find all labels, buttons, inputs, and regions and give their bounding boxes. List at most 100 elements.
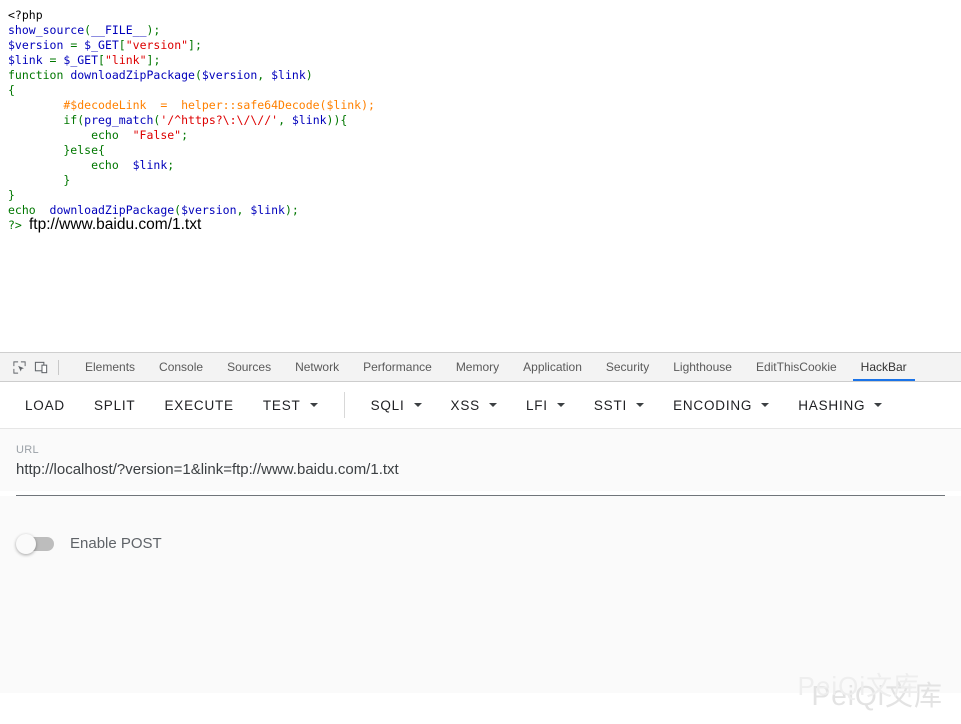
code-line: echo "False"; [8, 128, 961, 143]
test-button[interactable]: TEST [254, 392, 327, 419]
code-token-keyword: ]; [147, 53, 161, 67]
code-token-keyword: = [70, 38, 84, 52]
code-token-keyword: ); [285, 203, 299, 217]
tab-hackbar[interactable]: HackBar [849, 353, 919, 381]
button-label: LFI [526, 398, 548, 413]
code-token-default: show_source [8, 23, 84, 37]
code-token-keyword: ; [181, 128, 188, 142]
tab-lighthouse[interactable]: Lighthouse [661, 353, 744, 381]
code-token-default: $link [8, 53, 50, 67]
tab-memory[interactable]: Memory [444, 353, 511, 381]
button-label: HASHING [798, 398, 865, 413]
code-token-default: __FILE__ [91, 23, 146, 37]
tab-label: Lighthouse [673, 360, 732, 374]
inspect-element-icon[interactable] [8, 356, 30, 378]
code-token-keyword: }else{ [8, 143, 105, 157]
code-line: <?php [8, 8, 961, 23]
code-line: show_source(__FILE__); [8, 23, 961, 38]
enable-post-label: Enable POST [70, 532, 162, 556]
tab-console[interactable]: Console [147, 353, 215, 381]
button-label: SPLIT [94, 398, 136, 413]
url-input[interactable]: http://localhost/?version=1&link=ftp://w… [16, 459, 945, 481]
code-token-keyword: echo [8, 158, 133, 172]
code-line: { [8, 83, 961, 98]
code-token-keyword: ) [306, 68, 313, 82]
hackbar-toolbar: LOAD SPLIT EXECUTE TEST SQLI XSS LFI SSTI ENCODI… [0, 382, 961, 429]
code-line: echo $link; [8, 158, 961, 173]
code-token-keyword: ?> [8, 218, 22, 232]
tab-security[interactable]: Security [594, 353, 661, 381]
tab-label: Security [606, 360, 649, 374]
hackbar-url-section[interactable]: URL http://localhost/?version=1&link=ftp… [0, 429, 961, 491]
button-label: SQLI [371, 398, 405, 413]
tab-sources[interactable]: Sources [215, 353, 283, 381]
split-button[interactable]: SPLIT [85, 392, 145, 419]
tab-editthiscookie[interactable]: EditThisCookie [744, 353, 849, 381]
device-toolbar-icon[interactable] [30, 356, 52, 378]
code-line: } [8, 173, 961, 188]
code-line: }else{ [8, 143, 961, 158]
tab-label: Sources [227, 360, 271, 374]
code-token-keyword: function [8, 68, 70, 82]
code-token-default: $version [202, 68, 257, 82]
devtools-panel: ElementsConsole Sources Network Performance… [0, 352, 961, 724]
code-token-default: $link [133, 158, 168, 172]
chevron-down-icon [636, 403, 644, 407]
code-token-keyword: } [8, 173, 70, 187]
code-token-keyword: , [237, 203, 251, 217]
xss-button[interactable]: XSS [442, 392, 506, 419]
code-token-default: $link [271, 68, 306, 82]
page-output-text: ftp://www.baidu.com/1.txt [29, 216, 201, 234]
code-token-keyword: if( [8, 113, 84, 127]
devtools-tab-list: ElementsConsole Sources Network Performance… [73, 353, 919, 381]
load-button[interactable]: LOAD [16, 392, 74, 419]
tab-label: EditThisCookie [756, 360, 837, 374]
code-token-keyword: ]; [188, 38, 202, 52]
enable-post-toggle[interactable] [18, 537, 54, 551]
ssti-button[interactable]: SSTI [585, 392, 653, 419]
code-token-default: $_GET [84, 38, 119, 52]
code-token-string: "version" [126, 38, 188, 52]
code-token-keyword: = [50, 53, 64, 67]
hackbar-post-section: Enable POST [0, 496, 961, 693]
code-token-keyword: )){ [327, 113, 348, 127]
tab-label: Performance [363, 360, 432, 374]
execute-button[interactable]: EXECUTE [155, 392, 242, 419]
code-token-string: "link" [105, 53, 147, 67]
code-token-string: '/^https?\:\/\//' [160, 113, 278, 127]
hashing-button[interactable]: HASHING [789, 392, 891, 419]
code-line: } [8, 188, 961, 203]
code-token-keyword: [ [119, 38, 126, 52]
php-source-code: <?phpshow_source(__FILE__);$version = $_… [0, 0, 961, 233]
code-line: $link = $_GET["link"]; [8, 53, 961, 68]
code-token-default: $version [181, 203, 236, 217]
button-label: ENCODING [673, 398, 752, 413]
tab-label: HackBar [861, 360, 907, 374]
code-token-html: <?php [8, 8, 43, 22]
chevron-down-icon [310, 403, 318, 407]
button-label: LOAD [25, 398, 65, 413]
code-token-keyword: , [278, 113, 292, 127]
code-token-keyword: ( [195, 68, 202, 82]
code-token-keyword: ); [147, 23, 161, 37]
lfi-button[interactable]: LFI [517, 392, 574, 419]
code-token-default: downloadZipPackage [70, 68, 195, 82]
code-line: if(preg_match('/^https?\:\/\//', $link))… [8, 113, 961, 128]
browser-page-content: <?phpshow_source(__FILE__);$version = $_… [0, 0, 961, 352]
tab-performance[interactable]: Performance [351, 353, 444, 381]
sqli-button[interactable]: SQLI [362, 392, 431, 419]
toolbar-group-divider [344, 392, 345, 418]
tab-network[interactable]: Network [283, 353, 351, 381]
chevron-down-icon [414, 403, 422, 407]
tab-application[interactable]: Application [511, 353, 594, 381]
tab-elements[interactable]: Elements [73, 353, 147, 381]
tab-label: Memory [456, 360, 499, 374]
code-token-keyword: echo [8, 128, 133, 142]
tab-label: Network [295, 360, 339, 374]
code-token-default: $version [8, 38, 70, 52]
encoding-button[interactable]: ENCODING [664, 392, 778, 419]
code-line: $version = $_GET["version"]; [8, 38, 961, 53]
code-token-default: preg_match [84, 113, 153, 127]
code-token-keyword: echo [8, 203, 50, 217]
button-label: TEST [263, 398, 301, 413]
